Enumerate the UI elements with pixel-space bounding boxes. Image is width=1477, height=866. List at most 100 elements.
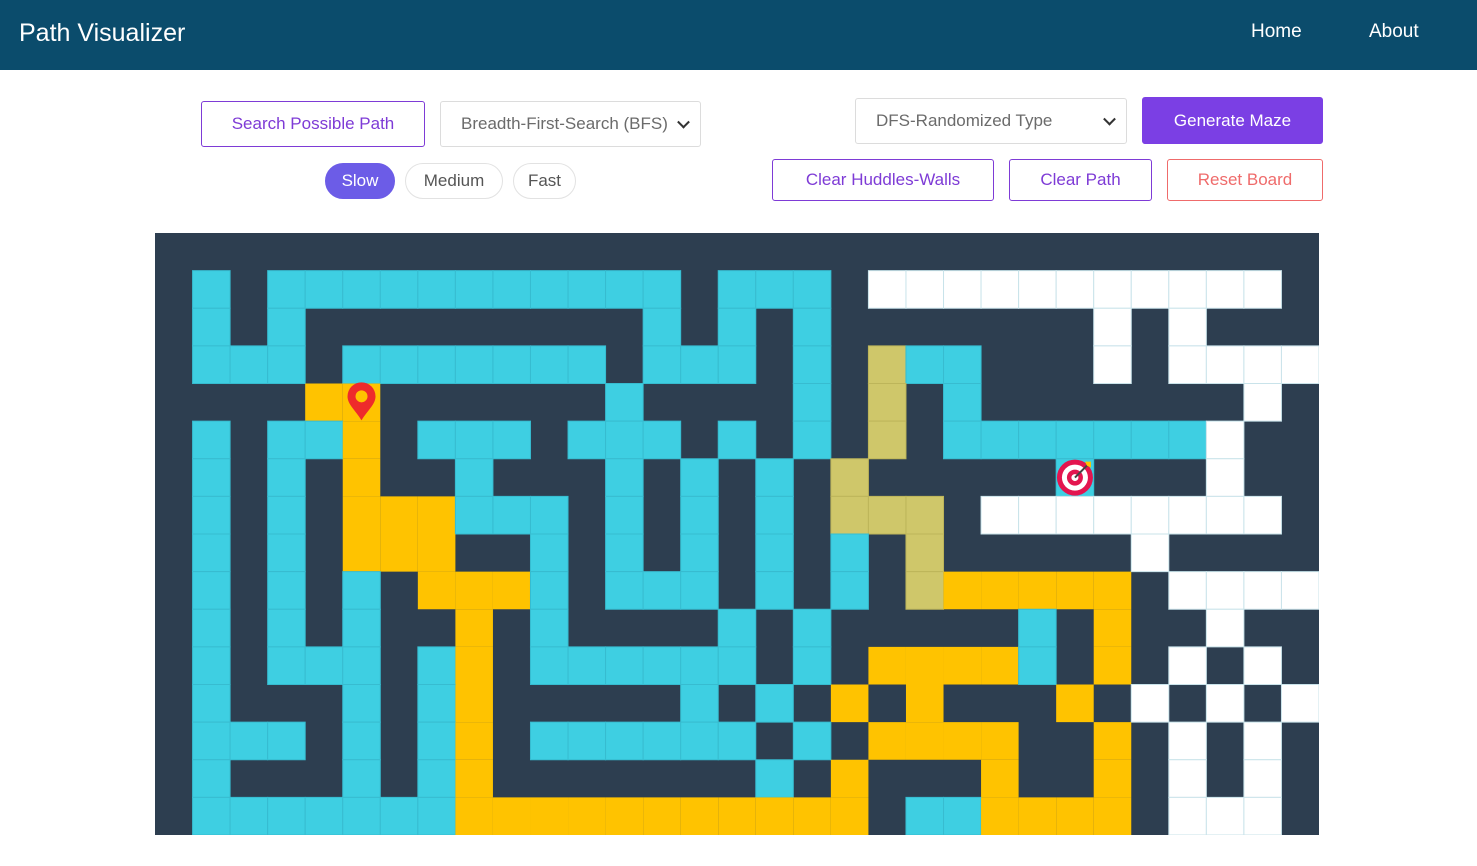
unvisited-cell[interactable]	[1243, 345, 1282, 385]
visited-cell[interactable]	[492, 420, 531, 460]
path-cell[interactable]	[455, 759, 493, 798]
visited-cell[interactable]	[680, 684, 719, 723]
visited-cell[interactable]	[792, 721, 832, 761]
path-cell[interactable]	[417, 496, 456, 535]
unvisited-cell[interactable]	[1130, 495, 1170, 535]
visited-cell[interactable]	[267, 608, 306, 648]
unvisited-cell[interactable]	[943, 270, 982, 309]
path-cell[interactable]	[530, 797, 569, 835]
path-cell[interactable]	[455, 722, 493, 760]
unvisited-cell[interactable]	[867, 270, 907, 309]
path-cell[interactable]	[605, 797, 644, 835]
unvisited-cell[interactable]	[1243, 759, 1282, 798]
unvisited-cell[interactable]	[1280, 571, 1319, 610]
visited-cell[interactable]	[417, 345, 456, 385]
visited-cell[interactable]	[267, 307, 306, 347]
animating-cell[interactable]	[867, 495, 907, 535]
path-cell[interactable]	[868, 722, 906, 760]
visited-cell[interactable]	[905, 345, 945, 385]
path-cell[interactable]	[830, 759, 869, 798]
animating-cell[interactable]	[905, 571, 945, 610]
path-cell[interactable]	[718, 797, 756, 835]
visited-cell[interactable]	[567, 420, 607, 460]
visited-cell[interactable]	[417, 270, 456, 309]
path-cell[interactable]	[1093, 759, 1132, 798]
unvisited-cell[interactable]	[1168, 495, 1207, 535]
visited-cell[interactable]	[680, 646, 719, 686]
path-cell[interactable]	[905, 684, 944, 723]
unvisited-cell[interactable]	[1093, 307, 1132, 347]
path-cell[interactable]	[943, 646, 982, 685]
visited-cell[interactable]	[529, 646, 569, 686]
visited-cell[interactable]	[229, 345, 269, 385]
unvisited-cell[interactable]	[1168, 759, 1207, 798]
unvisited-cell[interactable]	[1168, 721, 1207, 761]
nav-home-link[interactable]: Home	[1251, 21, 1302, 43]
path-cell[interactable]	[981, 722, 1019, 760]
visited-cell[interactable]	[529, 571, 569, 610]
visited-cell[interactable]	[755, 270, 794, 309]
path-cell[interactable]	[830, 684, 869, 723]
visited-cell[interactable]	[417, 796, 456, 835]
visited-cell[interactable]	[642, 307, 682, 347]
visited-cell[interactable]	[529, 345, 569, 385]
visited-cell[interactable]	[417, 759, 456, 798]
visited-cell[interactable]	[717, 345, 757, 385]
visited-cell[interactable]	[792, 270, 832, 309]
unvisited-cell[interactable]	[1055, 270, 1095, 309]
path-cell[interactable]	[680, 797, 719, 835]
path-cell[interactable]	[455, 797, 493, 835]
unvisited-cell[interactable]	[1243, 646, 1282, 686]
unvisited-cell[interactable]	[1205, 270, 1245, 309]
target-icon[interactable]	[1056, 459, 1093, 496]
visited-cell[interactable]	[792, 420, 832, 460]
visited-cell[interactable]	[192, 345, 231, 385]
animating-cell[interactable]	[830, 495, 869, 535]
path-cell[interactable]	[868, 646, 906, 685]
visited-cell[interactable]	[192, 270, 231, 309]
visited-cell[interactable]	[304, 646, 344, 686]
visited-cell[interactable]	[755, 458, 794, 497]
unvisited-cell[interactable]	[1280, 684, 1319, 723]
visited-cell[interactable]	[454, 345, 494, 385]
visited-cell[interactable]	[792, 383, 832, 422]
path-cell[interactable]	[455, 571, 493, 610]
path-cell[interactable]	[830, 797, 869, 835]
unvisited-cell[interactable]	[1168, 796, 1207, 835]
visited-cell[interactable]	[680, 571, 719, 610]
unvisited-cell[interactable]	[1205, 495, 1245, 535]
visited-cell[interactable]	[830, 533, 869, 573]
visited-cell[interactable]	[342, 759, 381, 798]
unvisited-cell[interactable]	[905, 270, 945, 309]
maze-grid[interactable]	[155, 233, 1319, 835]
path-cell[interactable]	[342, 534, 381, 572]
animating-cell[interactable]	[830, 458, 869, 497]
path-cell[interactable]	[1093, 609, 1132, 647]
unvisited-cell[interactable]	[1205, 345, 1245, 385]
visited-cell[interactable]	[492, 495, 531, 535]
visited-cell[interactable]	[642, 571, 682, 610]
visited-cell[interactable]	[605, 533, 644, 573]
path-cell[interactable]	[417, 571, 456, 610]
generate-maze-button[interactable]: Generate Maze	[1142, 97, 1323, 144]
visited-cell[interactable]	[192, 646, 231, 686]
animating-cell[interactable]	[905, 533, 945, 573]
unvisited-cell[interactable]	[1243, 495, 1282, 535]
visited-cell[interactable]	[529, 721, 569, 761]
unvisited-cell[interactable]	[1243, 721, 1282, 761]
visited-cell[interactable]	[454, 270, 494, 309]
visited-cell[interactable]	[717, 307, 757, 347]
nav-about-link[interactable]: About	[1369, 21, 1419, 43]
visited-cell[interactable]	[1018, 646, 1057, 686]
visited-cell[interactable]	[1018, 608, 1057, 648]
visited-cell[interactable]	[342, 684, 381, 723]
unvisited-cell[interactable]	[1093, 270, 1132, 309]
visited-cell[interactable]	[529, 270, 569, 309]
speed-fast-button[interactable]: Fast	[513, 163, 576, 199]
visited-cell[interactable]	[192, 608, 231, 648]
path-cell[interactable]	[981, 759, 1019, 798]
unvisited-cell[interactable]	[1243, 571, 1282, 610]
visited-cell[interactable]	[1018, 420, 1057, 460]
visited-cell[interactable]	[642, 420, 682, 460]
visited-cell[interactable]	[792, 646, 832, 686]
